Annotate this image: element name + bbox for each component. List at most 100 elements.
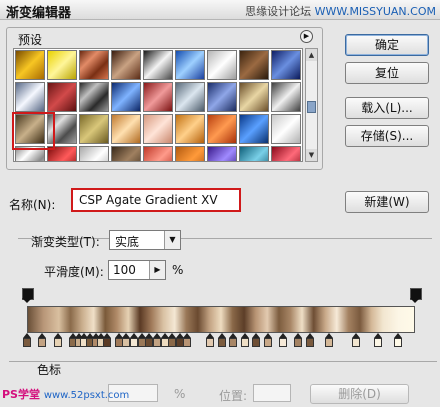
- gradient-type-label: 渐变类型(T):: [31, 235, 100, 249]
- gradient-type-select[interactable]: 实底 ▼: [109, 230, 181, 250]
- color-stops-row[interactable]: [22, 333, 420, 353]
- load-button[interactable]: 载入(L)...: [345, 97, 429, 119]
- color-stop[interactable]: [53, 333, 62, 349]
- color-stop-swatch: [206, 338, 215, 347]
- gradient-preview-bar[interactable]: [27, 306, 415, 333]
- chevron-down-icon: ▼: [164, 231, 180, 249]
- preset-swatch[interactable]: [15, 50, 45, 80]
- color-stop[interactable]: [23, 333, 31, 349]
- color-stop[interactable]: [393, 333, 402, 349]
- color-stop-swatch: [351, 338, 360, 347]
- footer-watermark-text: PS学堂: [2, 388, 40, 401]
- preset-swatch[interactable]: [239, 82, 269, 112]
- save-button[interactable]: 存储(S)...: [345, 125, 429, 147]
- presets-menu-button[interactable]: ▶: [300, 30, 313, 43]
- color-stop-swatch: [324, 338, 333, 347]
- preset-swatch[interactable]: [271, 50, 301, 80]
- window-title: 渐变编辑器: [6, 6, 72, 21]
- stop-percent-unit: %: [174, 387, 186, 401]
- preset-swatch[interactable]: [111, 146, 141, 161]
- color-stop-swatch: [263, 338, 272, 347]
- stop-position-label: 位置:: [219, 389, 248, 403]
- color-stop[interactable]: [229, 333, 238, 349]
- scroll-thumb[interactable]: [307, 101, 316, 113]
- preset-swatch[interactable]: [47, 50, 77, 80]
- color-stop-swatch: [252, 338, 261, 347]
- preset-swatch[interactable]: [271, 146, 301, 161]
- preset-swatch[interactable]: [207, 50, 237, 80]
- preset-swatch[interactable]: [79, 82, 109, 112]
- preset-swatch[interactable]: [111, 82, 141, 112]
- delete-button[interactable]: 删除(D): [310, 384, 409, 404]
- color-stop[interactable]: [252, 333, 261, 349]
- preset-swatch[interactable]: [207, 114, 237, 144]
- selected-preset-highlight: [12, 112, 55, 150]
- color-stop[interactable]: [278, 333, 287, 349]
- preset-swatch[interactable]: [239, 50, 269, 80]
- smoothness-slider-arrow-icon[interactable]: ▶: [149, 261, 165, 279]
- color-stop-swatch: [217, 338, 226, 347]
- color-stop-swatch: [53, 338, 62, 347]
- color-stop-swatch: [240, 338, 249, 347]
- preset-swatch[interactable]: [271, 114, 301, 144]
- new-button[interactable]: 新建(W): [345, 191, 429, 213]
- color-stop[interactable]: [294, 333, 303, 349]
- preset-swatch[interactable]: [175, 114, 205, 144]
- color-stop[interactable]: [38, 333, 47, 349]
- color-stop[interactable]: [103, 333, 112, 349]
- ok-button[interactable]: 确定: [345, 34, 429, 56]
- presets-scrollbar[interactable]: ▲ ▼: [305, 48, 318, 162]
- color-stop-swatch: [38, 338, 47, 347]
- preset-swatch[interactable]: [143, 114, 173, 144]
- smoothness-label: 平滑度(M):: [44, 265, 104, 279]
- preset-swatch[interactable]: [271, 82, 301, 112]
- scroll-up-arrow-icon[interactable]: ▲: [306, 49, 317, 61]
- smoothness-value: 100: [113, 263, 136, 277]
- preset-swatch[interactable]: [239, 114, 269, 144]
- color-stop[interactable]: [305, 333, 314, 349]
- preset-swatch-grid[interactable]: [13, 48, 303, 162]
- scroll-down-arrow-icon[interactable]: ▼: [306, 149, 317, 161]
- watermark-site: WWW.MISSYUAN.COM: [314, 5, 436, 18]
- color-stop-swatch: [103, 338, 112, 347]
- preset-swatch[interactable]: [207, 82, 237, 112]
- preset-swatch[interactable]: [79, 146, 109, 161]
- preset-swatch[interactable]: [207, 146, 237, 161]
- color-stop[interactable]: [183, 333, 192, 349]
- preset-swatch[interactable]: [47, 82, 77, 112]
- preset-swatch[interactable]: [111, 114, 141, 144]
- color-stop-swatch: [229, 338, 238, 347]
- preset-swatch[interactable]: [143, 146, 173, 161]
- color-stop[interactable]: [351, 333, 360, 349]
- preset-swatch[interactable]: [79, 50, 109, 80]
- color-stop[interactable]: [240, 333, 249, 349]
- preset-swatch[interactable]: [175, 50, 205, 80]
- title-bar: 渐变编辑器 思缘设计论坛 WWW.MISSYUAN.COM: [0, 0, 440, 21]
- opacity-stop[interactable]: [22, 288, 34, 304]
- color-stop-swatch: [393, 338, 402, 347]
- play-triangle-icon: ▶: [303, 32, 310, 40]
- preset-swatch[interactable]: [143, 82, 173, 112]
- preset-swatch[interactable]: [239, 146, 269, 161]
- opacity-stop[interactable]: [410, 288, 422, 304]
- color-stops-label: 色标: [37, 363, 62, 377]
- preset-swatch[interactable]: [175, 146, 205, 161]
- preset-swatch[interactable]: [175, 82, 205, 112]
- color-stop[interactable]: [324, 333, 333, 349]
- smoothness-input[interactable]: 100 ▶: [108, 260, 166, 280]
- preset-swatch[interactable]: [111, 50, 141, 80]
- preset-swatch[interactable]: [79, 114, 109, 144]
- reset-button[interactable]: 复位: [345, 62, 429, 84]
- preset-swatch[interactable]: [15, 82, 45, 112]
- color-stop-swatch: [278, 338, 287, 347]
- stop-position-input[interactable]: [253, 384, 291, 402]
- color-stop-swatch: [23, 338, 31, 347]
- color-stop[interactable]: [263, 333, 272, 349]
- color-stop-swatch: [294, 338, 303, 347]
- name-input[interactable]: CSP Agate Gradient XV: [71, 188, 241, 212]
- smoothness-unit: %: [172, 263, 184, 277]
- color-stop[interactable]: [374, 333, 383, 349]
- preset-swatch[interactable]: [143, 50, 173, 80]
- color-stop[interactable]: [217, 333, 226, 349]
- color-stop[interactable]: [206, 333, 215, 349]
